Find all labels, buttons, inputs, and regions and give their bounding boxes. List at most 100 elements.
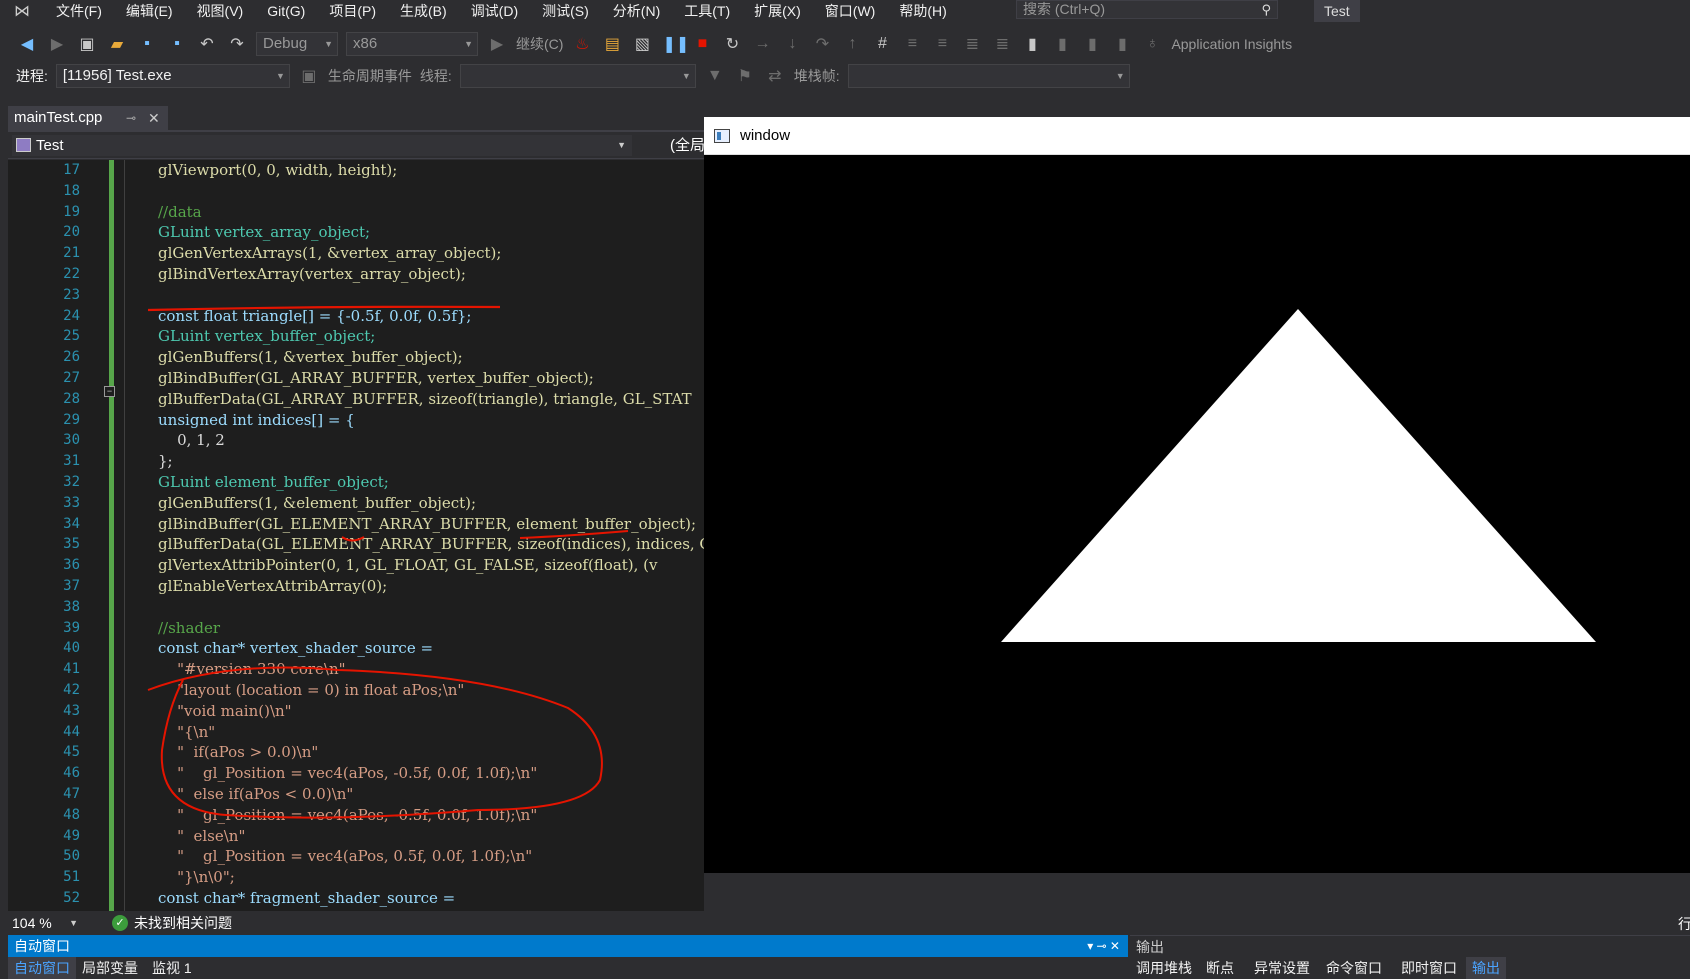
code-line[interactable]: //data [158,202,202,223]
code-line[interactable]: //shader [158,618,220,639]
tab-autos[interactable]: 自动窗口 [8,957,76,979]
menu-item[interactable]: 窗口(W) [813,0,888,22]
tab-output[interactable]: 输出 [1466,957,1506,979]
code-line[interactable]: GLuint vertex_array_object; [158,222,370,243]
tab-maintest-cpp[interactable]: mainTest.cpp ⊸ ✕ [8,106,168,130]
code-line[interactable]: glViewport(0, 0, width, height); [158,160,397,181]
clear-bookmark-icon[interactable]: ▮ [1112,34,1132,54]
menu-item[interactable]: 项目(P) [317,0,388,22]
save-all-icon[interactable]: ▪ [167,35,187,53]
pause-icon[interactable]: ❚❚ [662,34,689,54]
tab-command[interactable]: 命令窗口 [1320,957,1388,979]
code-line[interactable]: const float triangle[] = {-0.5f, 0.0f, 0… [158,306,471,327]
step-into-icon[interactable]: ↓ [782,35,802,53]
uncomment-icon[interactable]: ≡ [932,35,952,53]
code-line[interactable]: glBufferData(GL_ARRAY_BUFFER, sizeof(tri… [158,389,692,410]
issues-indicator[interactable]: ✓ 未找到相关问题 [112,914,232,932]
screenshot-icon[interactable]: ▧ [632,34,652,54]
redo-icon[interactable]: ↷ [227,34,247,54]
menu-item[interactable]: 编辑(E) [114,0,185,22]
tab-immediate[interactable]: 即时窗口 [1395,957,1463,979]
hex-icon[interactable]: # [872,35,892,53]
code-line[interactable]: "#version 330 core\n" [158,659,345,680]
platform-select[interactable]: x86 ▼ [346,32,478,56]
config-select[interactable]: Debug ▼ [256,32,338,56]
open-folder-icon[interactable]: ▰ [107,34,127,54]
opengl-window[interactable]: window [704,117,1690,873]
hot-reload-icon[interactable]: ♨ [572,34,592,54]
code-line[interactable]: }; [158,451,173,472]
code-editor[interactable]: 17 18 19 20 21 22 23 24 25 26 27 28 29 30 31 32 33 34 35 36… [8,160,704,911]
zoom-select[interactable]: 104 % ▼ [8,914,84,932]
code-line[interactable]: 0, 1, 2 [158,430,225,451]
forward-icon[interactable]: ▶ [47,34,67,54]
output-panel-header[interactable]: 输出 [1130,935,1690,957]
menu-item[interactable]: Git(G) [255,0,317,22]
thread-select[interactable]: ▼ [459,64,696,88]
indent-icon[interactable]: ≣ [962,34,982,54]
code-line[interactable]: " if(aPos > 0.0)\n" [158,742,318,763]
restart-icon[interactable]: ↻ [722,34,742,54]
filter-icon[interactable]: ▼ [705,67,725,85]
lifecycle-button[interactable]: 生命周期事件 [328,66,412,86]
menu-item[interactable]: 文件(F) [44,0,114,22]
bookmark-icon[interactable]: ▮ [1022,34,1042,54]
code-line[interactable]: "}\n\0"; [158,867,235,888]
code-line[interactable]: GLuint element_buffer_object; [158,472,389,493]
lifecycle-icon[interactable]: ▣ [299,66,319,86]
code-line[interactable]: glBindBuffer(GL_ARRAY_BUFFER, vertex_buf… [158,368,594,389]
menu-item[interactable]: 视图(V) [185,0,256,22]
next-bookmark-icon[interactable]: ▮ [1082,34,1102,54]
menu-item[interactable]: 生成(B) [388,0,459,22]
code-line[interactable]: unsigned int indices[] = { [158,410,355,431]
back-icon[interactable]: ◀ [17,34,37,54]
process-select[interactable]: [11956] Test.exe ▼ [55,64,290,88]
tab-breakpoints[interactable]: 断点 [1200,957,1240,979]
flag-icon[interactable]: ⚑ [735,66,755,86]
code-line[interactable]: " gl_Position = vec4(aPos, 0.5f, 0.0f, 1… [158,846,532,867]
tab-locals[interactable]: 局部变量 [76,957,144,979]
search-input[interactable]: 搜索 (Ctrl+Q) ⚲ [1016,0,1278,19]
new-project-icon[interactable]: ▣ [77,34,97,54]
menu-item[interactable]: 扩展(X) [742,0,813,22]
menu-item[interactable]: 分析(N) [601,0,672,22]
search-icon[interactable]: ⚲ [1261,1,1271,18]
scope-select[interactable]: (全局范围) [642,135,712,156]
app-insights-button[interactable]: Application Insights [1171,36,1292,52]
show-next-statement-icon[interactable]: → [752,35,772,53]
code-line[interactable]: glBindBuffer(GL_ELEMENT_ARRAY_BUFFER, el… [158,514,696,535]
code-line[interactable]: " else if(aPos < 0.0)\n" [158,784,353,805]
pin-icon[interactable]: ⊸ [126,106,136,130]
menu-item[interactable]: 帮助(H) [887,0,958,22]
panel-controls-icon[interactable]: ▾ ⊸ ✕ [1087,935,1120,957]
code-line[interactable]: glBindVertexArray(vertex_array_object); [158,264,466,285]
code-line[interactable]: " gl_Position = vec4(aPos, -0.5f, 0.0f, … [158,763,537,784]
vs-logo-icon[interactable]: ⋈ [0,0,44,22]
play-icon[interactable]: ▶ [487,34,507,54]
toggle-icon[interactable]: ⇄ [765,66,785,86]
diagnostics-icon[interactable]: ▤ [602,34,622,54]
code-line[interactable]: "layout (location = 0) in float aPos;\n" [158,680,464,701]
code-line[interactable]: glBufferData(GL_ELEMENT_ARRAY_BUFFER, si… [158,534,704,555]
code-line[interactable]: glGenBuffers(1, &element_buffer_object); [158,493,476,514]
code-line[interactable]: " gl_Position = vec4(aPos, -0.5f, 0.0f, … [158,805,537,826]
tab-callstack[interactable]: 调用堆栈 [1130,957,1198,979]
fold-toggle-icon[interactable]: − [104,386,115,397]
save-icon[interactable]: ▪ [137,35,157,53]
window-titlebar[interactable]: window [704,117,1690,155]
undo-icon[interactable]: ↶ [197,34,217,54]
code-line[interactable]: glGenVertexArrays(1, &vertex_array_objec… [158,243,501,264]
code-line[interactable]: glVertexAttribPointer(0, 1, GL_FLOAT, GL… [158,555,658,576]
menu-item[interactable]: 测试(S) [530,0,601,22]
code-line[interactable]: const char* fragment_shader_source = [158,888,455,909]
tab-exceptions[interactable]: 异常设置 [1248,957,1316,979]
stop-icon[interactable]: ■ [692,35,712,53]
code-line[interactable]: GLuint vertex_buffer_object; [158,326,375,347]
menu-item[interactable]: 调试(D) [459,0,530,22]
project-select[interactable]: Test ▼ [12,135,632,156]
prev-bookmark-icon[interactable]: ▮ [1052,34,1072,54]
app-insights-icon[interactable]: ♁ [1142,35,1162,53]
code-line[interactable]: "void main()\n" [158,701,292,722]
code-line[interactable]: " else\n" [158,826,245,847]
comment-icon[interactable]: ≡ [902,35,922,53]
